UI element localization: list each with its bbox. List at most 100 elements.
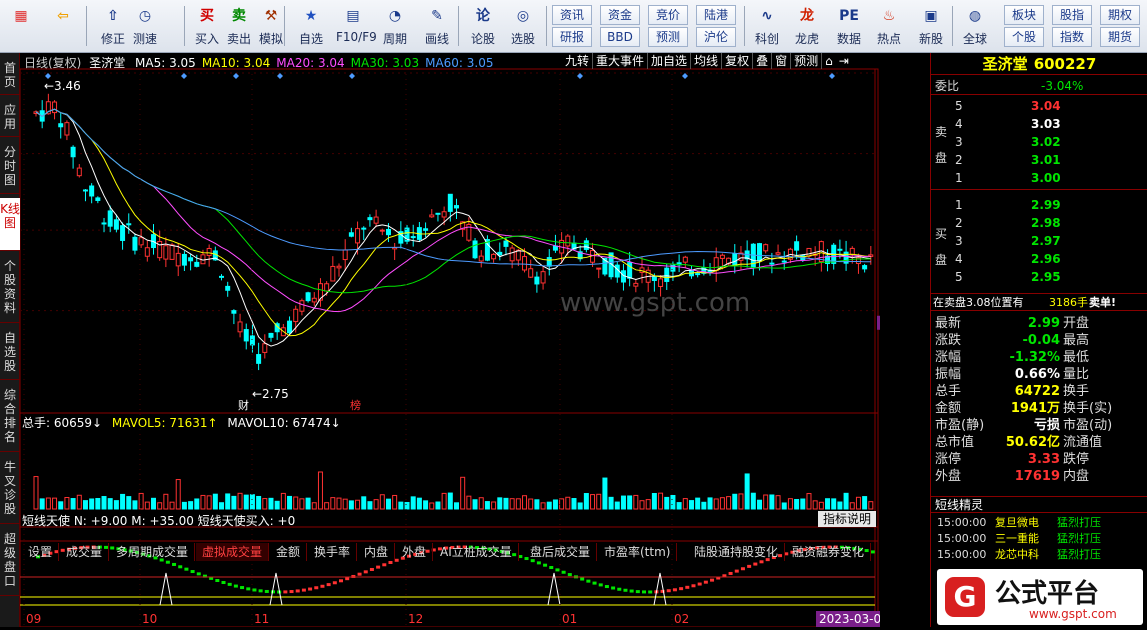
candle-body — [256, 354, 262, 364]
finance-marker[interactable]: 财 — [238, 398, 249, 412]
toolbar-back-arrow-button[interactable]: ⇦ — [46, 3, 80, 50]
event-marker[interactable] — [682, 73, 688, 79]
toolbar-grid-button[interactable]: 沪伦 — [696, 27, 736, 47]
volume-tab[interactable]: 设置 — [22, 543, 60, 561]
kline-chart-svg[interactable]: 3.503.303.112.912.88www.gspt.com←3.46←2.… — [19, 53, 924, 628]
toolbar-sell-button[interactable]: 卖卖出 — [222, 3, 256, 50]
sell-level-row[interactable]: 3 3.02 — [931, 133, 1147, 151]
event-marker[interactable] — [181, 73, 187, 79]
volume-tab[interactable]: 虚拟成交量 — [196, 543, 270, 561]
left-tab-0[interactable]: 首页 — [0, 57, 20, 95]
volume-tab[interactable]: 多周期成交量 — [110, 543, 196, 561]
toolbar-grid-button[interactable]: 研报 — [552, 27, 592, 47]
left-tab-7[interactable]: 牛叉诊股 — [0, 456, 20, 524]
event-marker[interactable] — [349, 73, 355, 79]
buy-level-row[interactable]: 1 2.99 — [931, 196, 1147, 214]
chart-menu-item[interactable]: 复权 — [722, 53, 754, 69]
toolbar-pencil-button[interactable]: ✎ 画线 — [420, 3, 454, 50]
toolbar-market-button[interactable]: 个股 — [1004, 27, 1044, 47]
toolbar-market-button[interactable]: 股指 — [1052, 5, 1092, 25]
volume-tab[interactable]: 金额 — [270, 543, 308, 561]
chart-menu-item[interactable]: 窗 — [772, 53, 792, 69]
left-tab-8[interactable]: 超级盘口 — [0, 528, 20, 596]
toolbar-f10-button[interactable]: ▤ F10/F9 — [336, 3, 377, 50]
volume-bar — [744, 473, 750, 510]
volume-tab[interactable]: 内盘 — [358, 543, 396, 561]
volume-tab[interactable]: AI立桩成交量 — [434, 543, 519, 561]
toolbar-market-button[interactable]: 指数 — [1052, 27, 1092, 47]
stat-row: 市盈(静) 亏损 市盈(动) — [931, 417, 1147, 434]
toolbar-grid-button[interactable]: BBD — [600, 27, 640, 47]
buy-level-num: 1 — [955, 198, 963, 212]
left-tab-4[interactable]: 个股资料 — [0, 255, 20, 323]
candle-body — [713, 257, 719, 271]
volume-tab[interactable]: 成交量 — [60, 543, 110, 561]
sell-level-row[interactable]: 5 3.04 — [931, 97, 1147, 115]
toolbar-globe-button[interactable]: ◍ 全球 — [958, 3, 992, 50]
volume-tab[interactable]: 陆股通持股变化 — [688, 543, 786, 561]
chart-menu-item[interactable]: 预测 — [791, 53, 823, 69]
toolbar-hammer-button[interactable]: ⚒ 模拟 — [254, 3, 288, 50]
chart-menu-item[interactable]: 叠 — [753, 53, 773, 69]
toolbar-gauge-button[interactable]: ◎ 选股 — [506, 3, 540, 50]
sprite-row[interactable]: 15:00:00 复旦微电 猛烈打压 — [931, 515, 1147, 531]
buy-level-row[interactable]: 3 2.97 — [931, 232, 1147, 250]
buy-level-row[interactable]: 4 2.96 — [931, 250, 1147, 268]
sprite-title[interactable]: 短线精灵 — [931, 496, 1147, 513]
indicator-help-button[interactable]: 指标说明 — [818, 511, 876, 527]
event-marker[interactable] — [277, 73, 283, 79]
toolbar-fire-button[interactable]: ♨ 热点 — [872, 3, 906, 50]
toolbar-grid-button[interactable]: 预测 — [648, 27, 688, 47]
fire-icon: ♨ — [882, 8, 896, 24]
toolbar-chat-button[interactable]: 论论股 — [466, 3, 500, 50]
buy-level-row[interactable]: 2 2.98 — [931, 214, 1147, 232]
left-tab-1[interactable]: 应用 — [0, 99, 20, 137]
toolbar-star-button[interactable]: ★ 自选 — [294, 3, 328, 50]
event-marker[interactable] — [233, 73, 239, 79]
toolbar-grid-button[interactable]: 陆港 — [696, 5, 736, 25]
event-marker[interactable] — [577, 73, 583, 79]
left-tab-3[interactable]: K线图 — [0, 198, 20, 251]
toolbar-grid-button[interactable]: 竞价 — [648, 5, 688, 25]
left-tab-2[interactable]: 分时图 — [0, 141, 20, 194]
chart-menu-item[interactable]: 加自选 — [648, 53, 692, 69]
volume-tab[interactable]: 换手率 — [308, 543, 358, 561]
sell-level-row[interactable]: 2 3.01 — [931, 151, 1147, 169]
toolbar-tech-button[interactable]: ∿ 科创 — [750, 3, 784, 50]
volume-tab[interactable]: 外盘 — [396, 543, 434, 561]
toolbar-market-button[interactable]: 期权 — [1100, 5, 1140, 25]
sell-level-row[interactable]: 4 3.03 — [931, 115, 1147, 133]
toolbar-grid-button[interactable]: 资金 — [600, 5, 640, 25]
toolbar-cycle-button[interactable]: ◔ 周期 — [378, 3, 412, 50]
indicator-dot — [549, 566, 554, 570]
billboard-marker[interactable]: 榜 — [350, 398, 361, 412]
event-marker[interactable] — [829, 73, 835, 79]
expand-icon[interactable]: ⇥ — [836, 54, 852, 68]
toolbar-grid-button[interactable]: ▦ — [4, 3, 38, 50]
toolbar-buy-button[interactable]: 买买入 — [190, 3, 224, 50]
left-tab-6[interactable]: 综合排名 — [0, 384, 20, 452]
toolbar-pe-button[interactable]: PE 数据 — [832, 3, 866, 50]
indicator-dot — [369, 567, 374, 571]
chart-menu-item[interactable]: 均线 — [691, 53, 723, 69]
volume-tab[interactable]: 市盈率(ttm) — [598, 543, 678, 561]
sprite-row[interactable]: 15:00:00 三一重能 猛烈打压 — [931, 531, 1147, 547]
toolbar-clock-button[interactable]: ◷ 测速 — [128, 3, 162, 50]
lock-icon[interactable]: ⌂ — [822, 54, 836, 68]
chart-menu-item[interactable]: 重大事件 — [593, 53, 649, 69]
toolbar-dragon-button[interactable]: 龙龙虎 — [790, 3, 824, 50]
sprite-row[interactable]: 15:00:00 龙芯中科 猛烈打压 — [931, 547, 1147, 563]
chart-menu-item[interactable]: 九转 — [562, 53, 594, 69]
toolbar-grid-button[interactable]: 资讯 — [552, 5, 592, 25]
volume-tab[interactable]: 盘后成交量 — [524, 543, 598, 561]
volume-tab[interactable]: 融资融券变化 — [786, 543, 872, 561]
left-tab-5[interactable]: 自选股 — [0, 327, 20, 380]
toolbar-up-arrow-button[interactable]: ⇧ 修正 — [96, 3, 130, 50]
toolbar-new-button[interactable]: ▣ 新股 — [914, 3, 948, 50]
sell-level-row[interactable]: 1 3.00 — [931, 169, 1147, 187]
toolbar-market-button[interactable]: 板块 — [1004, 5, 1044, 25]
buy-level-row[interactable]: 5 2.95 — [931, 268, 1147, 286]
volume-bar — [633, 494, 639, 510]
toolbar-market-button[interactable]: 期货 — [1100, 27, 1140, 47]
kline-chart-area[interactable]: 3.503.303.112.912.88www.gspt.com←3.46←2.… — [19, 53, 924, 628]
